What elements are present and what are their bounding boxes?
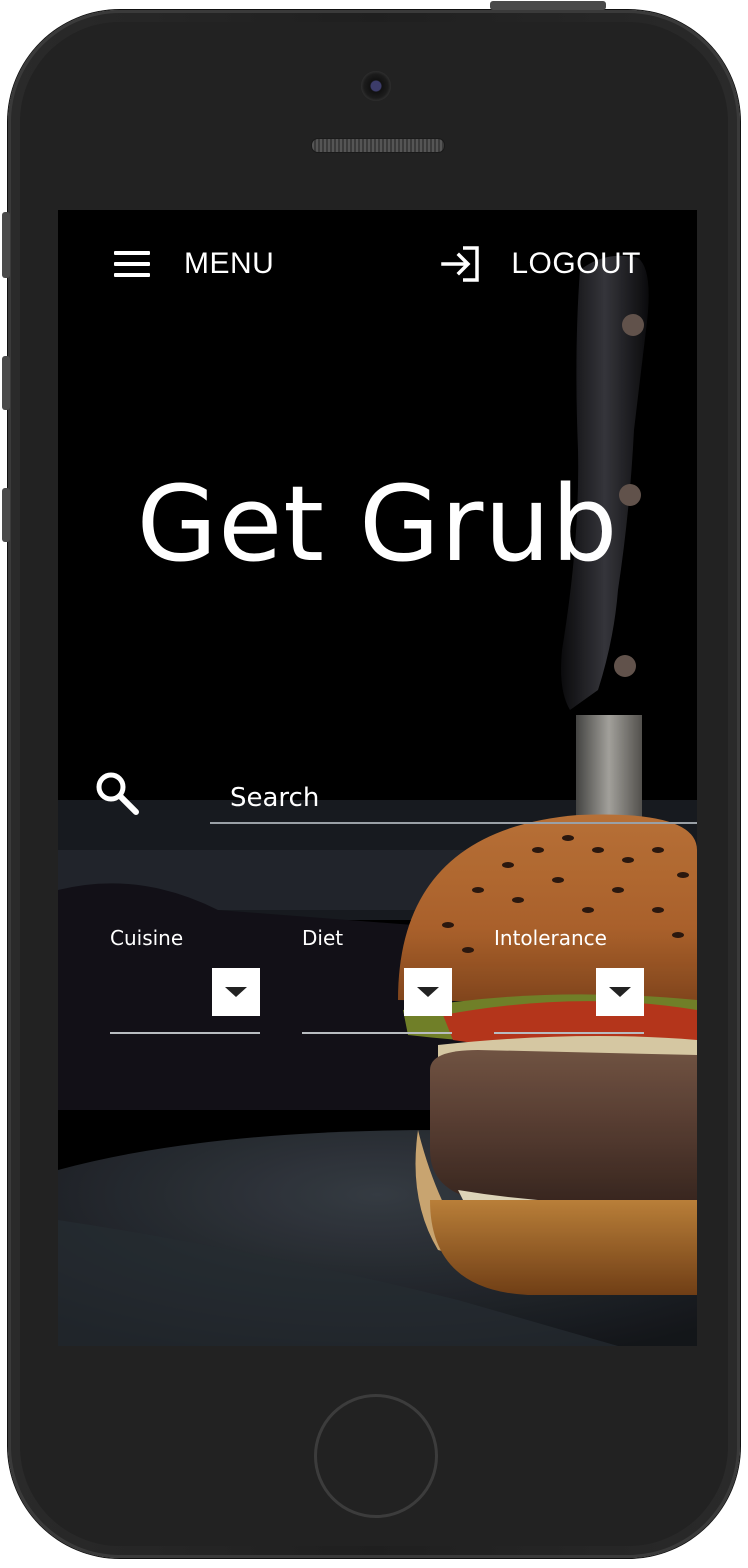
diet-dropdown-button[interactable] — [404, 968, 452, 1016]
logout-button[interactable]: LOGOUT — [441, 242, 641, 286]
caret-down-icon — [609, 987, 631, 997]
app-screen: MENU LOGOUT Get Grub Cuisine Diet — [58, 210, 697, 1346]
menu-label: MENU — [184, 247, 275, 280]
cuisine-dropdown-button[interactable] — [212, 968, 260, 1016]
caret-down-icon — [225, 987, 247, 997]
power-button — [490, 1, 606, 10]
intolerance-dropdown-button[interactable] — [596, 968, 644, 1016]
logout-label: LOGOUT — [511, 247, 641, 280]
search-bar — [94, 764, 697, 844]
mute-switch — [2, 212, 10, 278]
filter-row: Cuisine Diet Intolerance — [110, 926, 650, 1046]
diet-filter[interactable]: Diet — [302, 926, 452, 1036]
menu-button[interactable]: MENU — [114, 242, 274, 286]
caret-down-icon — [417, 987, 439, 997]
intolerance-filter-underline — [494, 1032, 644, 1034]
front-camera — [361, 71, 391, 101]
top-bar: MENU LOGOUT — [58, 210, 697, 320]
intolerance-filter-label: Intolerance — [494, 926, 607, 950]
volume-down-button — [2, 488, 10, 542]
intolerance-filter[interactable]: Intolerance — [494, 926, 644, 1036]
diet-filter-label: Diet — [302, 926, 344, 950]
logout-arrow-icon — [441, 246, 480, 282]
home-button[interactable] — [314, 1394, 438, 1518]
cuisine-filter-label: Cuisine — [110, 926, 184, 950]
search-input[interactable] — [210, 774, 697, 824]
app-title: Get Grub — [136, 463, 619, 585]
cuisine-filter-underline — [110, 1032, 260, 1034]
search-icon[interactable] — [94, 770, 140, 816]
diet-filter-underline — [302, 1032, 452, 1034]
volume-up-button — [2, 356, 10, 410]
cuisine-filter[interactable]: Cuisine — [110, 926, 260, 1036]
hamburger-icon — [114, 251, 150, 277]
earpiece-speaker — [311, 138, 445, 153]
